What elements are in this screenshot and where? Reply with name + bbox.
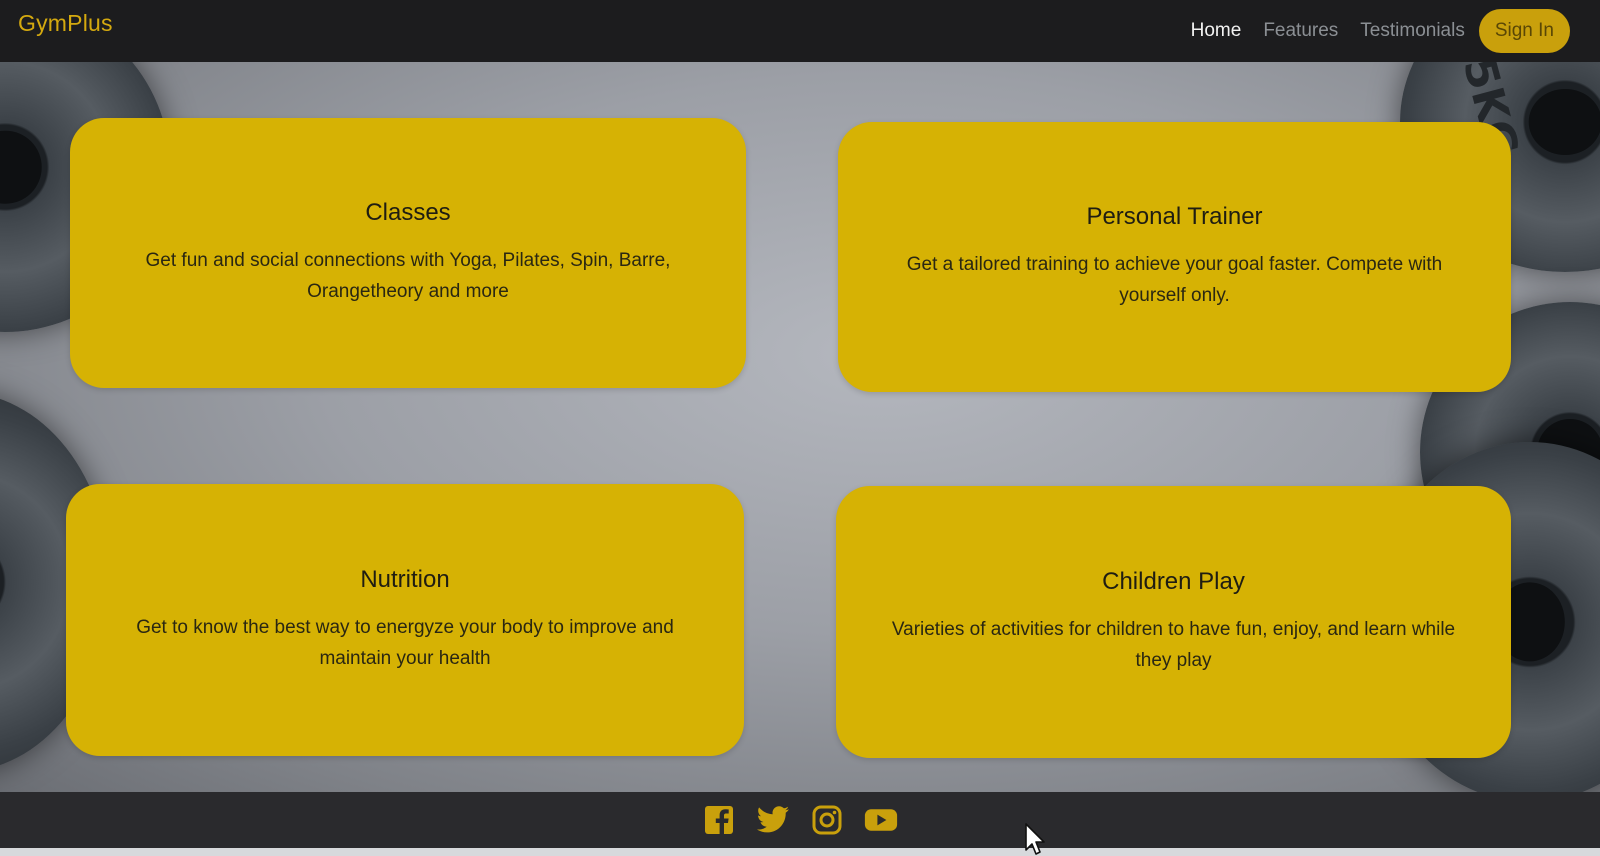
- features-section: 5KG Classes Get fun and social connectio…: [0, 62, 1600, 792]
- card-title: Personal Trainer: [1086, 203, 1263, 230]
- sign-in-button[interactable]: Sign In: [1478, 9, 1570, 53]
- window-bottom-edge: [0, 848, 1600, 856]
- feature-card-classes: Classes Get fun and social connections w…: [70, 118, 746, 388]
- navbar: GymPlus Home Features Testimonials Sign …: [0, 0, 1600, 62]
- nav-link-home[interactable]: Home: [1191, 20, 1242, 42]
- nav-link-testimonials[interactable]: Testimonials: [1360, 20, 1465, 42]
- youtube-icon[interactable]: [864, 805, 898, 835]
- feature-card-nutrition: Nutrition Get to know the best way to en…: [66, 484, 744, 756]
- twitter-icon[interactable]: [756, 805, 790, 835]
- card-text: Get a tailored training to achieve your …: [906, 254, 1443, 306]
- card-title: Classes: [365, 199, 451, 226]
- nav-link-features[interactable]: Features: [1263, 20, 1338, 42]
- facebook-icon[interactable]: [702, 805, 736, 835]
- mouse-cursor-icon: [1025, 823, 1045, 855]
- feature-card-children-play: Children Play Varieties of activities fo…: [836, 486, 1511, 758]
- footer: [0, 792, 1600, 848]
- card-text: Get fun and social connections with Yoga…: [145, 250, 671, 302]
- card-text: Varieties of activities for children to …: [891, 619, 1456, 671]
- feature-card-personal-trainer: Personal Trainer Get a tailored training…: [838, 122, 1511, 392]
- card-title: Children Play: [1102, 568, 1245, 595]
- nav-menu: Home Features Testimonials Sign In: [1169, 9, 1582, 53]
- brand-logo[interactable]: GymPlus: [18, 10, 113, 37]
- instagram-icon[interactable]: [810, 805, 844, 835]
- card-text: Get to know the best way to energyze you…: [136, 617, 674, 669]
- card-title: Nutrition: [360, 566, 450, 593]
